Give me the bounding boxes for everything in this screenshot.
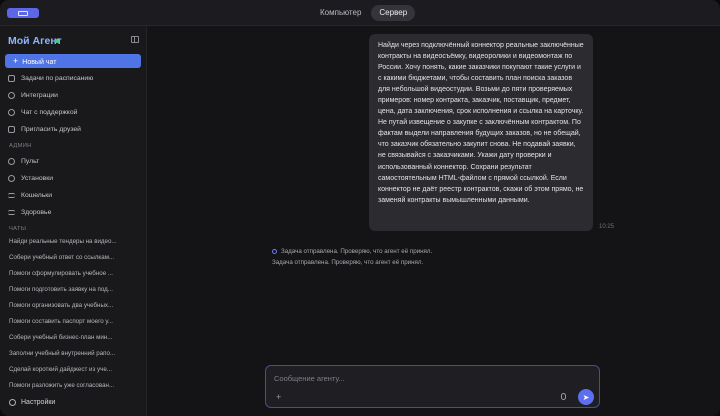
chats-section-label: ЧАТЫ xyxy=(9,226,27,232)
message-input[interactable] xyxy=(274,372,574,384)
wallet-icon xyxy=(8,192,15,198)
sidebar-item-health[interactable]: Здоровье xyxy=(8,206,51,218)
sidebar: Мой Агент + Новый чат Задачи по расписани… xyxy=(0,26,147,416)
tab-server[interactable]: Сервер xyxy=(371,5,416,21)
sidebar-item-label: Пригласить друзей xyxy=(21,125,81,133)
dashboard-icon xyxy=(8,157,15,165)
sidebar-item-label: Кошельки xyxy=(21,191,53,199)
sidebar-item-label: Пульт xyxy=(21,157,40,165)
heart-icon xyxy=(8,209,15,215)
app-window: Компьютер Сервер Мой Агент + Новый чат За… xyxy=(0,0,720,416)
plug-icon xyxy=(8,91,15,99)
settings-sliders-icon xyxy=(8,174,15,182)
online-status-dot xyxy=(55,39,59,43)
sidebar-item-support-chat[interactable]: Чат с поддержкой xyxy=(8,106,77,118)
message-composer: + ➤ xyxy=(265,365,600,408)
agent-status-line-secondary: Задача отправлена. Проверяю, что агент е… xyxy=(272,259,424,266)
attach-plus-icon[interactable]: + xyxy=(276,392,281,402)
plus-icon: + xyxy=(13,56,19,66)
chat-area: Найди через подключённый коннектор реаль… xyxy=(148,26,720,416)
send-arrow-icon: ➤ xyxy=(582,392,590,402)
chat-list-item[interactable]: Помоги разложить уже согласован... xyxy=(9,382,141,389)
window-badge-icon[interactable] xyxy=(7,8,39,18)
chat-list-item[interactable]: Заполни учебный внутренний рапо... xyxy=(9,350,141,357)
sidebar-item-settings-admin[interactable]: Установки xyxy=(8,172,53,184)
top-bar: Компьютер Сервер xyxy=(0,0,720,26)
chat-list-item[interactable]: Сделай короткий дайджест из уче... xyxy=(9,366,141,373)
sidebar-item-label: Интеграции xyxy=(21,91,58,99)
send-button[interactable]: ➤ xyxy=(578,389,594,405)
sidebar-collapse-icon[interactable] xyxy=(131,36,139,43)
settings-label: Настройки xyxy=(21,399,56,406)
message-timestamp: 10:25 xyxy=(599,224,615,230)
sidebar-item-label: Установки xyxy=(21,174,53,182)
tab-computer[interactable]: Компьютер xyxy=(312,5,369,21)
agent-status-line: Задача отправлена. Проверяю, что агент е… xyxy=(272,248,432,255)
new-chat-label: Новый чат xyxy=(22,59,57,66)
sidebar-item-label: Задачи по расписанию xyxy=(21,74,94,82)
gift-icon xyxy=(8,125,15,133)
chat-list-item[interactable]: Собери учебный бизнес-план мин... xyxy=(9,334,141,341)
sidebar-item-integrations[interactable]: Интеграции xyxy=(8,89,58,101)
sidebar-item-scheduled-tasks[interactable]: Задачи по расписанию xyxy=(8,72,93,84)
user-message-bubble: Найди через подключённый коннектор реаль… xyxy=(369,34,593,231)
chat-list-item[interactable]: Помоги составить паспорт моего у... xyxy=(9,318,141,325)
sidebar-item-dashboard[interactable]: Пульт xyxy=(8,155,39,167)
sidebar-item-label: Здоровье xyxy=(21,208,52,216)
chat-list-item[interactable]: Собери учебный ответ со ссылкам... xyxy=(9,254,141,261)
brand-title: Мой Агент xyxy=(8,35,62,47)
chat-list-item[interactable]: Найди реальные тендеры на видео... xyxy=(9,238,141,245)
chat-list-item[interactable]: Помоги организовать два учебных... xyxy=(9,302,141,309)
mode-toggle: Компьютер Сервер xyxy=(312,5,416,21)
status-spinner-icon xyxy=(272,249,277,254)
chat-list-item[interactable]: Помоги сформулировать учебное ... xyxy=(9,270,141,277)
admin-section-label: АДМИН xyxy=(9,143,32,149)
new-chat-button[interactable]: + Новый чат xyxy=(5,54,141,68)
microphone-icon[interactable] xyxy=(561,393,566,400)
settings-button[interactable]: Настройки xyxy=(9,399,55,406)
sidebar-item-wallets[interactable]: Кошельки xyxy=(8,189,52,201)
status-text: Задача отправлена. Проверяю, что агент е… xyxy=(281,248,433,255)
sidebar-item-label: Чат с поддержкой xyxy=(21,108,78,116)
sidebar-item-invite-friends[interactable]: Пригласить друзей xyxy=(8,123,81,135)
chat-list-item[interactable]: Помоги подготовить заявку на под... xyxy=(9,286,141,293)
gear-icon xyxy=(9,399,16,406)
support-icon xyxy=(8,108,15,116)
calendar-icon xyxy=(8,74,15,82)
